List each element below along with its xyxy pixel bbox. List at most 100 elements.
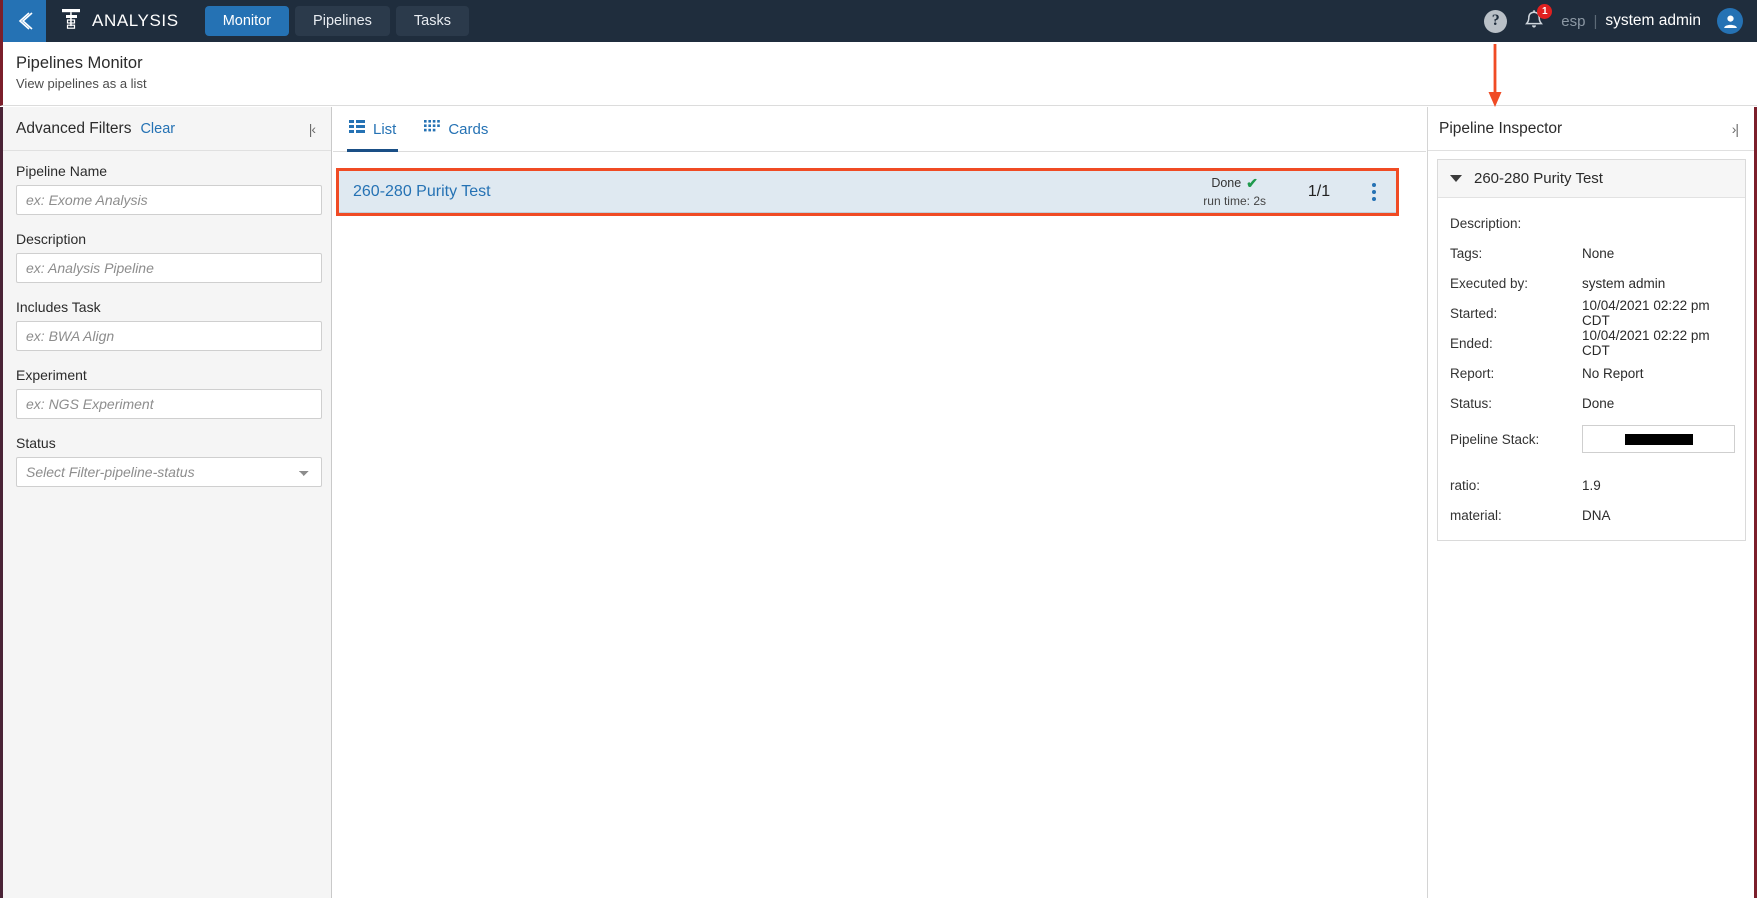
includes-task-input[interactable] xyxy=(16,321,322,351)
inspector-card-title: 260-280 Purity Test xyxy=(1474,170,1603,187)
notifications-button[interactable]: 1 xyxy=(1523,4,1553,36)
checkmark-icon: ✔ xyxy=(1246,174,1258,191)
filter-field-pipeline-name: Pipeline Name xyxy=(16,163,322,215)
filter-label-experiment: Experiment xyxy=(16,367,87,383)
nav-tab-monitor[interactable]: Monitor xyxy=(204,6,290,36)
detail-key: ratio: xyxy=(1450,477,1481,493)
chevron-left-icon xyxy=(14,10,36,32)
detail-key: Started: xyxy=(1450,305,1498,321)
nav-tab-pipelines[interactable]: Pipelines xyxy=(295,6,390,36)
detail-row-ended: Ended: 10/04/2021 02:22 pm CDT xyxy=(1438,328,1745,358)
row-status-label: Done xyxy=(1211,175,1242,190)
nav-tab-tasks[interactable]: Tasks xyxy=(395,6,469,36)
bell-icon xyxy=(1523,10,1545,36)
detail-row-started: Started: 10/04/2021 02:22 pm CDT xyxy=(1438,298,1745,328)
user-avatar-icon[interactable] xyxy=(1717,8,1743,34)
filter-field-status: Status Select Filter-pipeline-status xyxy=(16,435,322,487)
inspector-detail-rows: Description: Tags: None Executed by: sys… xyxy=(1438,198,1745,540)
nav-separator: | xyxy=(1593,12,1598,30)
notification-count-badge: 1 xyxy=(1537,4,1553,19)
pipelines-list-area: List Cards 260-280 Purity Test Done ✔ ru… xyxy=(333,107,1426,898)
detail-row-material: material: DNA xyxy=(1438,500,1745,530)
status-select[interactable]: Select Filter-pipeline-status xyxy=(16,457,322,487)
filter-label-description: Description xyxy=(16,231,87,247)
experiment-input[interactable] xyxy=(16,389,322,419)
filter-label-pipeline-name: Pipeline Name xyxy=(16,163,108,179)
detail-row-report: Report: No Report xyxy=(1438,358,1745,388)
detail-value: DNA xyxy=(1582,507,1611,523)
detail-value: system admin xyxy=(1582,275,1666,291)
detail-row-executed-by: Executed by: system admin xyxy=(1438,268,1745,298)
detail-value: 1.9 xyxy=(1582,477,1601,493)
pipeline-inspector-panel: Pipeline Inspector ›| 260-280 Purity Tes… xyxy=(1427,107,1757,898)
red-down-arrow-annotation xyxy=(1488,44,1502,108)
detail-value: Done xyxy=(1582,395,1615,411)
pipeline-inspector-header: Pipeline Inspector ›| xyxy=(1428,107,1754,151)
row-status-block: Done ✔ run time: 2s xyxy=(1203,174,1288,209)
advanced-filters-body: Pipeline Name Description Includes Task … xyxy=(3,151,331,487)
detail-key: Tags: xyxy=(1450,245,1483,261)
detail-key: Ended: xyxy=(1450,335,1493,351)
advanced-filters-title: Advanced Filters xyxy=(16,119,132,137)
detail-key: Pipeline Stack: xyxy=(1450,431,1540,447)
tab-cards-view-label: Cards xyxy=(448,120,489,138)
kebab-dot xyxy=(1372,189,1376,194)
filter-field-includes-task: Includes Task xyxy=(16,299,322,351)
detail-row-ratio: ratio: 1.9 xyxy=(1438,470,1745,500)
filter-label-includes-task: Includes Task xyxy=(16,299,101,315)
collapse-left-icon[interactable]: |‹ xyxy=(305,119,319,139)
detail-key: material: xyxy=(1450,507,1502,523)
detail-row-tags: Tags: None xyxy=(1438,238,1745,268)
detail-row-pipeline-stack: Pipeline Stack: xyxy=(1438,418,1745,460)
expand-right-icon[interactable]: ›| xyxy=(1728,119,1742,139)
clear-filters-link[interactable]: Clear xyxy=(140,121,175,137)
detail-key: Executed by: xyxy=(1450,275,1529,291)
help-icon[interactable]: ? xyxy=(1484,9,1508,33)
detail-key: Description: xyxy=(1450,215,1522,231)
brand-title: ANALYSIS xyxy=(92,11,179,30)
description-input[interactable] xyxy=(16,253,322,283)
detail-key: Report: xyxy=(1450,365,1495,381)
detail-row-status: Status: Done xyxy=(1438,388,1745,418)
kebab-menu-icon[interactable] xyxy=(1350,182,1384,201)
brand-logo: ANALYSIS xyxy=(60,7,179,36)
row-status-line: Done ✔ xyxy=(1203,174,1266,193)
tab-list-view-label: List xyxy=(373,120,397,138)
application-root: ANALYSIS Monitor Pipelines Tasks ? 1 esp xyxy=(0,0,1757,898)
filter-field-description: Description xyxy=(16,231,322,283)
inspector-card: 260-280 Purity Test Description: Tags: N… xyxy=(1437,159,1746,541)
row-task-count: 1/1 xyxy=(1307,182,1331,200)
kebab-dot xyxy=(1372,182,1376,187)
advanced-filters-panel: Advanced Filters Clear |‹ Pipeline Name … xyxy=(0,107,332,898)
detail-row-description: Description: xyxy=(1438,208,1745,238)
cards-view-icon xyxy=(424,119,441,139)
kebab-dot xyxy=(1372,196,1376,201)
redacted-bar xyxy=(1624,433,1693,445)
row-runtime-label: run time: 2s xyxy=(1203,193,1266,208)
tab-list-view[interactable]: List xyxy=(347,107,399,152)
back-button[interactable] xyxy=(0,0,46,42)
filter-field-experiment: Experiment xyxy=(16,367,322,419)
caret-down-icon[interactable] xyxy=(1450,175,1462,182)
current-user-name[interactable]: system admin xyxy=(1605,12,1701,30)
pipeline-inspector-title: Pipeline Inspector xyxy=(1439,119,1563,137)
language-selector[interactable]: esp xyxy=(1561,13,1585,30)
pipeline-tree-icon xyxy=(60,7,82,36)
detail-key: Status: xyxy=(1450,395,1493,411)
main-nav-tabs: Monitor Pipelines Tasks xyxy=(204,6,469,36)
pipeline-name-link[interactable]: 260-280 Purity Test xyxy=(353,183,491,201)
inspector-card-header[interactable]: 260-280 Purity Test xyxy=(1438,160,1745,198)
detail-value: 10/04/2021 02:22 pm CDT xyxy=(1582,328,1710,358)
table-row[interactable]: 260-280 Purity Test Done ✔ run time: 2s … xyxy=(339,171,1396,213)
tab-cards-view[interactable]: Cards xyxy=(422,107,490,152)
pipeline-name-input[interactable] xyxy=(16,185,322,215)
view-mode-tabs: List Cards xyxy=(333,107,1426,152)
pipeline-stack-value[interactable] xyxy=(1582,425,1735,453)
detail-value: No Report xyxy=(1582,365,1644,381)
detail-spacer xyxy=(1438,460,1745,470)
advanced-filters-header: Advanced Filters Clear |‹ xyxy=(3,107,331,151)
top-navigation-bar: ANALYSIS Monitor Pipelines Tasks ? 1 esp xyxy=(0,0,1757,42)
nav-right-cluster: ? 1 esp | system admin xyxy=(1484,4,1757,36)
list-view-icon xyxy=(349,119,365,139)
detail-value: None xyxy=(1582,245,1615,261)
